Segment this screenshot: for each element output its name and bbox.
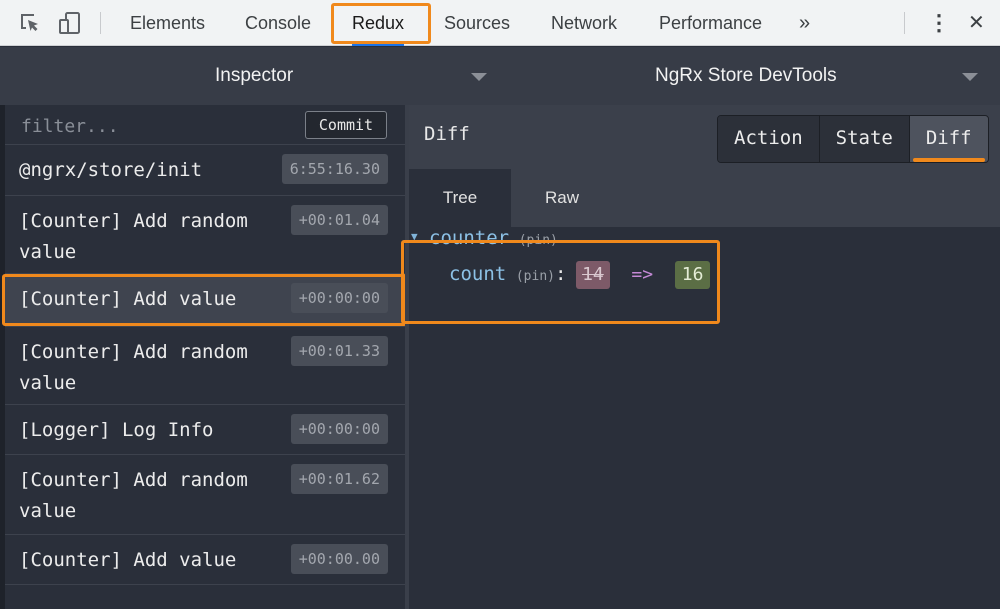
action-name: [Counter] Add value: [19, 549, 237, 571]
action-timestamp: +00:01.33: [290, 336, 388, 366]
old-value: 14: [576, 261, 610, 289]
tab-elements[interactable]: Elements: [130, 0, 205, 46]
diff-subtabs: Tree Raw: [409, 169, 1000, 227]
list-item[interactable]: [Counter] Add random value +00:01.33: [5, 327, 405, 405]
view-switcher: Action State Diff: [717, 115, 989, 163]
action-timestamp: +00:01.04: [290, 205, 388, 235]
list-item[interactable]: [Counter] Add random value +00:01.04: [5, 196, 405, 274]
action-name: [Counter] Add random value: [19, 341, 248, 394]
chevron-down-icon[interactable]: [962, 73, 978, 81]
filter-bar: Commit: [5, 105, 405, 145]
action-name: [Counter] Add value: [19, 288, 237, 310]
chevron-down-icon[interactable]: [471, 73, 487, 81]
tab-raw[interactable]: Raw: [511, 169, 613, 227]
state-button[interactable]: State: [819, 116, 910, 162]
tree-node-count: count (pin): 14 => 16: [449, 257, 711, 291]
action-timestamp: 6:55:16.30: [281, 154, 388, 184]
tab-sources[interactable]: Sources: [444, 0, 510, 46]
pin-link[interactable]: (pin): [519, 233, 558, 248]
action-name: @ngrx/store/init: [19, 159, 203, 181]
monitor-header: Inspector NgRx Store DevTools: [0, 47, 1000, 105]
action-timestamp: +00:01.62: [290, 464, 388, 494]
tab-tree[interactable]: Tree: [409, 169, 511, 227]
device-toolbar-icon[interactable]: [58, 11, 82, 35]
new-value: 16: [674, 261, 711, 289]
tab-performance[interactable]: Performance: [659, 0, 762, 46]
list-item[interactable]: [Counter] Add random value +00:01.62: [5, 455, 405, 535]
list-item-selected[interactable]: [Counter] Add value +00:00:00: [5, 274, 405, 327]
diff-title: Diff: [424, 123, 470, 145]
kebab-menu-icon[interactable]: ⋮: [928, 0, 950, 46]
pin-link[interactable]: (pin): [516, 269, 555, 284]
tree-node-counter: counter (pin): [429, 227, 558, 249]
list-item[interactable]: [Counter] Add value +00:00.00: [5, 535, 405, 585]
diff-button[interactable]: Diff: [909, 116, 988, 162]
devtools-tabbar: Elements Console Redux Sources Network P…: [0, 0, 1000, 46]
more-tabs-icon[interactable]: »: [799, 0, 810, 46]
action-list: Commit @ngrx/store/init 6:55:16.30 [Coun…: [5, 105, 405, 609]
colon: :: [554, 263, 567, 285]
node-key[interactable]: counter: [429, 227, 509, 249]
expand-arrow-icon[interactable]: ▼: [411, 230, 418, 243]
filter-input[interactable]: [19, 112, 293, 140]
commit-button[interactable]: Commit: [305, 111, 387, 139]
toolbar-divider: [100, 12, 101, 34]
inspect-element-icon[interactable]: [18, 11, 42, 35]
list-item[interactable]: [Logger] Log Info +00:00:00: [5, 405, 405, 455]
inspector-title[interactable]: Inspector: [215, 47, 293, 105]
action-timestamp: +00:00:00: [290, 283, 388, 313]
action-name: [Counter] Add random value: [19, 210, 248, 263]
tab-network[interactable]: Network: [551, 0, 617, 46]
change-arrow: =>: [631, 264, 654, 285]
tab-redux[interactable]: Redux: [352, 0, 405, 46]
diff-panel: Diff Action State Diff Tree Raw ▼ counte…: [409, 105, 1000, 609]
tab-console[interactable]: Console: [245, 0, 311, 46]
devtools-title[interactable]: NgRx Store DevTools: [655, 47, 837, 105]
node-key[interactable]: count: [449, 263, 506, 285]
action-button[interactable]: Action: [718, 116, 820, 162]
action-name: [Counter] Add random value: [19, 469, 248, 522]
diff-header: Diff Action State Diff: [409, 105, 1000, 169]
toolbar-divider-right: [904, 12, 905, 34]
close-icon[interactable]: ✕: [968, 0, 985, 46]
action-timestamp: +00:00.00: [290, 544, 388, 574]
action-name: [Logger] Log Info: [19, 419, 214, 441]
list-item[interactable]: @ngrx/store/init 6:55:16.30: [5, 145, 405, 196]
action-timestamp: +00:00:00: [290, 414, 388, 444]
